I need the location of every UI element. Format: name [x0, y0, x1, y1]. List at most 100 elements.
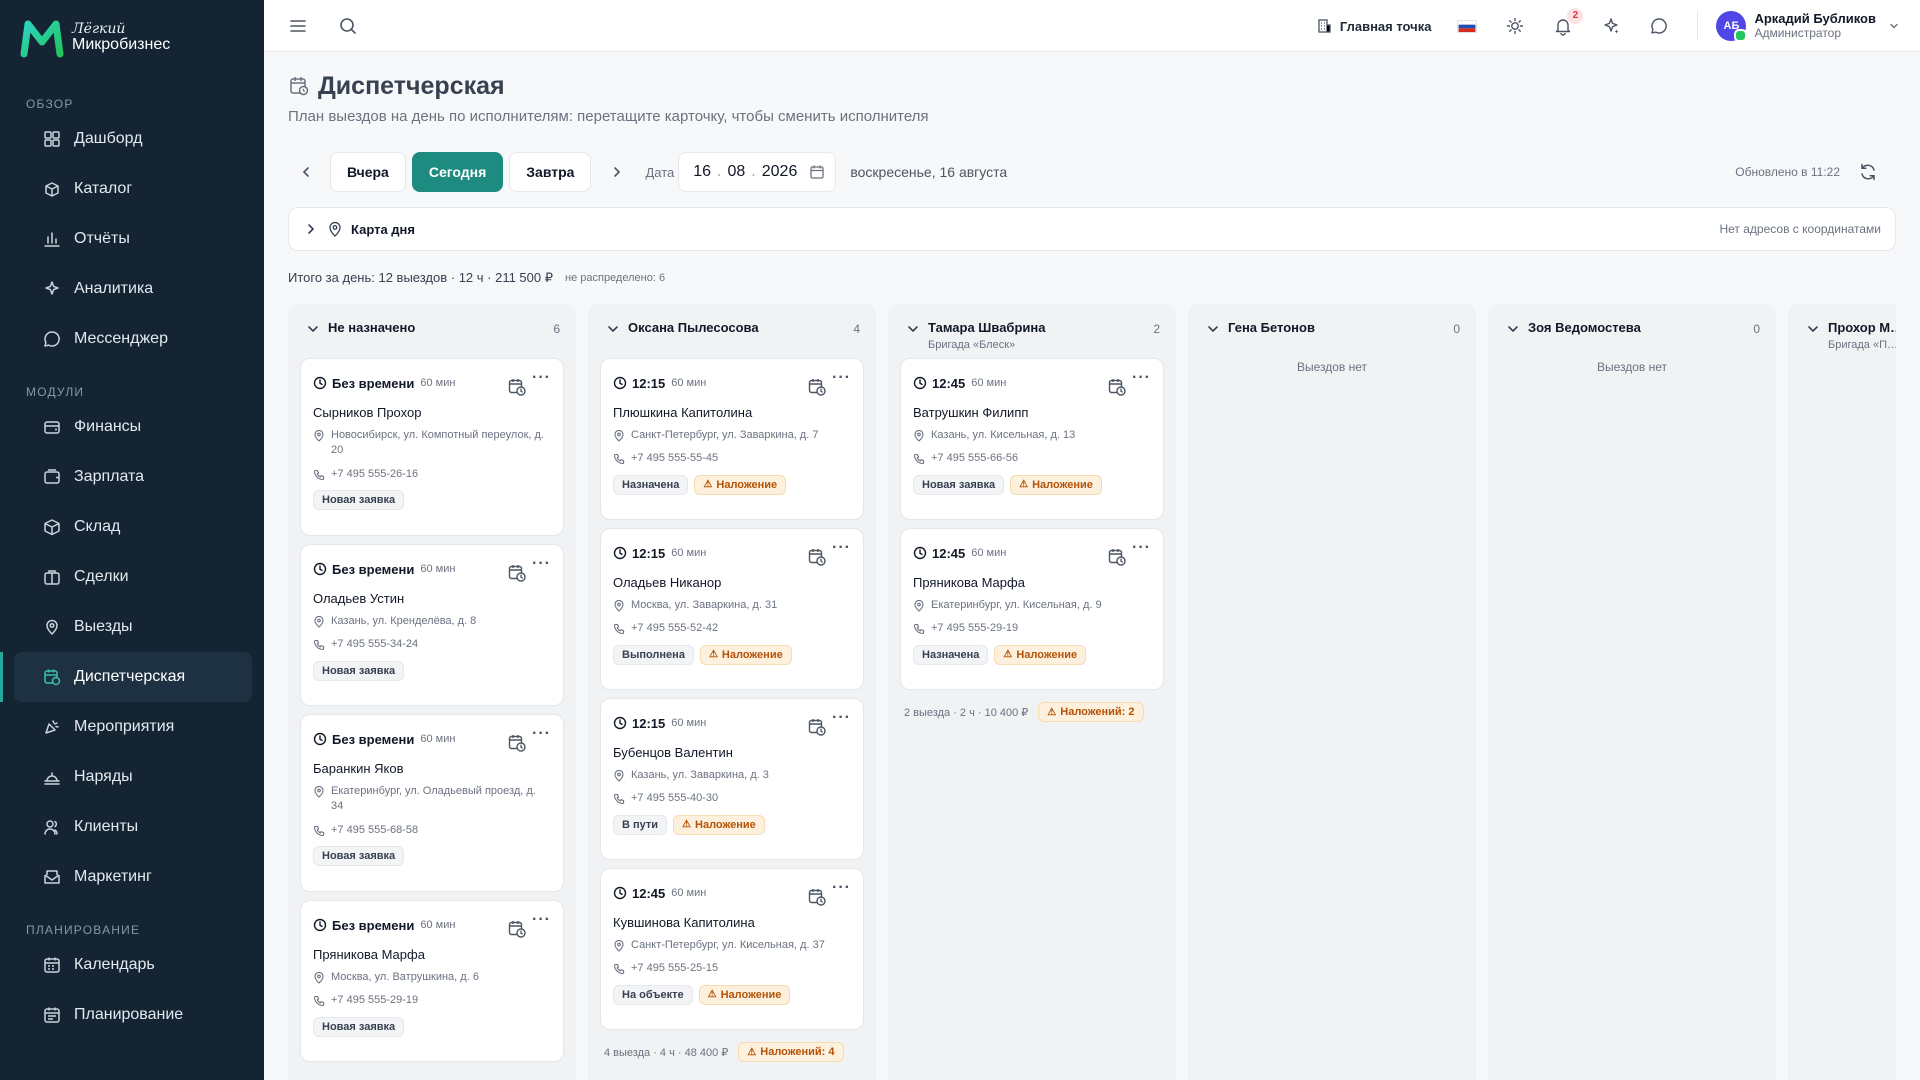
more-menu-icon[interactable]: ··· [1132, 369, 1151, 387]
sidebar-item[interactable]: Календарь [14, 940, 252, 990]
visit-time: Без времени [332, 917, 415, 933]
map-title: Карта дня [351, 221, 415, 237]
visit-card[interactable]: Без времени 60 мин ··· Оладьев Устин Казань,… [300, 544, 564, 706]
visit-card[interactable]: Без времени 60 мин ··· Сырников Прохор Новос… [300, 358, 564, 536]
menu-icon[interactable] [288, 16, 308, 36]
brand-name: Микробизнес [72, 35, 171, 53]
avatar: АБ [1716, 11, 1748, 42]
sidebar-item[interactable]: Зарплата [14, 452, 252, 502]
reschedule-icon[interactable] [507, 919, 527, 939]
sidebar-item[interactable]: Аналитика [14, 264, 252, 314]
today-button[interactable]: Сегодня [411, 152, 504, 192]
date-toolbar: Вчера Сегодня Завтра Дата 16 . 08 . 2026… [288, 151, 1896, 193]
column-header[interactable]: Оксана Пылесосова 4 [588, 304, 876, 358]
planning-icon [44, 1007, 60, 1023]
more-menu-icon[interactable]: ··· [532, 725, 551, 743]
yesterday-button[interactable]: Вчера [330, 152, 406, 192]
sidebar-item[interactable]: Планирование [14, 990, 252, 1040]
more-menu-icon[interactable]: ··· [532, 911, 551, 929]
prev-day-button[interactable] [288, 154, 324, 190]
chevron-down-icon [1208, 326, 1218, 333]
status-badge: Назначена [913, 644, 989, 665]
clock-icon [313, 562, 327, 576]
reschedule-icon[interactable] [807, 547, 827, 567]
client-name: Бубенцов Валентин [613, 745, 733, 760]
sidebar-item[interactable]: Дашборд [14, 114, 252, 164]
sidebar-item[interactable]: Мероприятия [14, 702, 252, 752]
branch-selector[interactable]: Главная точка [1316, 18, 1431, 34]
visit-card[interactable]: 12:45 60 мин ··· Пряникова Марфа Екатеринбур… [900, 528, 1164, 690]
sidebar-item[interactable]: Диспетчерская [0, 652, 252, 702]
reschedule-icon[interactable] [507, 563, 527, 583]
client-phone: +7 495 555-52-42 [631, 622, 719, 635]
overlap-badge: Наложение [673, 814, 765, 835]
client-phone: +7 495 555-29-19 [331, 994, 419, 1007]
reschedule-icon[interactable] [507, 377, 527, 397]
search-icon[interactable] [338, 16, 358, 36]
more-menu-icon[interactable]: ··· [832, 369, 851, 387]
visit-card[interactable]: Без времени 60 мин ··· Пряникова Марфа Москв… [300, 900, 564, 1062]
visit-time: Без времени [332, 731, 415, 747]
sidebar-item[interactable]: Маркетинг [14, 852, 252, 902]
next-day-button[interactable] [599, 154, 635, 190]
day-map-toggle[interactable]: Карта дня Нет адресов с координатами [288, 207, 1896, 251]
visit-card[interactable]: 12:45 60 мин ··· Ватрушкин Филипп Казань, ул… [900, 358, 1164, 520]
reschedule-icon[interactable] [507, 733, 527, 753]
brand[interactable]: Лёгкий Микробизнес [0, 0, 264, 76]
reschedule-icon[interactable] [1107, 547, 1127, 567]
column-header[interactable]: Прохор М… Бригада «П… [1788, 304, 1896, 358]
sidebar-item[interactable]: Выезды [14, 602, 252, 652]
language-flag-icon[interactable] [1457, 19, 1478, 33]
more-menu-icon[interactable]: ··· [1132, 539, 1151, 557]
theme-sun-icon[interactable] [1505, 16, 1525, 36]
sidebar-item[interactable]: Склад [14, 502, 252, 552]
sidebar-item[interactable]: Каталог [14, 164, 252, 214]
visit-card[interactable]: 12:15 60 мин ··· Бубенцов Валентин Казань, у… [600, 698, 864, 860]
visit-card[interactable]: 12:15 60 мин ··· Оладьев Никанор Москва, ул.… [600, 528, 864, 690]
more-menu-icon[interactable]: ··· [532, 555, 551, 573]
sidebar-item[interactable]: Отчёты [14, 214, 252, 264]
refresh-icon[interactable] [1858, 162, 1878, 182]
column-header[interactable]: Тамара Швабрина Бригада «Блеск» 2 [888, 304, 1176, 358]
sidebar-item[interactable]: Наряды [14, 752, 252, 802]
sidebar-item[interactable]: Клиенты [14, 802, 252, 852]
sidebar-item-label: Финансы [74, 418, 142, 435]
sidebar-item-label: Наряды [74, 768, 133, 785]
visit-card[interactable]: Без времени 60 мин ··· Баранкин Яков Екатери… [300, 714, 564, 892]
user-menu[interactable]: АБ Аркадий Бубликов Администратор [1716, 11, 1900, 42]
more-menu-icon[interactable]: ··· [832, 879, 851, 897]
more-menu-icon[interactable]: ··· [832, 539, 851, 557]
map-pin-icon [329, 221, 341, 237]
catalog-icon [45, 182, 59, 197]
more-menu-icon[interactable]: ··· [532, 369, 551, 387]
reschedule-icon[interactable] [1107, 377, 1127, 397]
reschedule-icon[interactable] [807, 717, 827, 737]
column-title: Гена Бетонов [1228, 320, 1315, 335]
visit-card[interactable]: 12:15 60 мин ··· Плюшкина Капитолина Санкт-П… [600, 358, 864, 520]
column-header[interactable]: Гена Бетонов 0 [1188, 304, 1476, 358]
day-summary: Итого за день: 12 выездов · 12 ч · 211 5… [288, 270, 553, 285]
assignee-column: Гена Бетонов 0 Выездов нет [1188, 304, 1476, 1080]
visits-icon [46, 619, 58, 636]
ai-sparkle-icon[interactable] [1601, 16, 1621, 36]
sidebar-item[interactable]: Сделки [14, 552, 252, 602]
chat-icon[interactable] [1649, 16, 1669, 36]
visit-card[interactable]: 12:45 60 мин ··· Кувшинова Капитолина Санкт-… [600, 868, 864, 1030]
calendar-icon[interactable] [809, 164, 825, 180]
tomorrow-button[interactable]: Завтра [509, 152, 592, 192]
date-human: воскресенье, 16 августа [850, 164, 1008, 180]
sidebar-item[interactable]: Мессенджер [14, 314, 252, 364]
sidebar-item-label: Дашборд [74, 130, 143, 147]
building-icon [1318, 19, 1331, 33]
notifications-button[interactable]: 2 [1553, 8, 1584, 36]
column-header[interactable]: Зоя Ведомостева 0 [1488, 304, 1776, 358]
date-field[interactable]: 16 . 08 . 2026 [678, 152, 837, 192]
chevron-down-icon [608, 326, 618, 333]
sidebar-item-label: Планирование [74, 1006, 184, 1023]
client-address: Москва, ул. Ватрушкина, д. 6 [331, 971, 479, 983]
reschedule-icon[interactable] [807, 377, 827, 397]
sidebar-item[interactable]: Финансы [14, 402, 252, 452]
reschedule-icon[interactable] [807, 887, 827, 907]
more-menu-icon[interactable]: ··· [832, 709, 851, 727]
column-header[interactable]: Не назначено 6 [288, 304, 576, 358]
